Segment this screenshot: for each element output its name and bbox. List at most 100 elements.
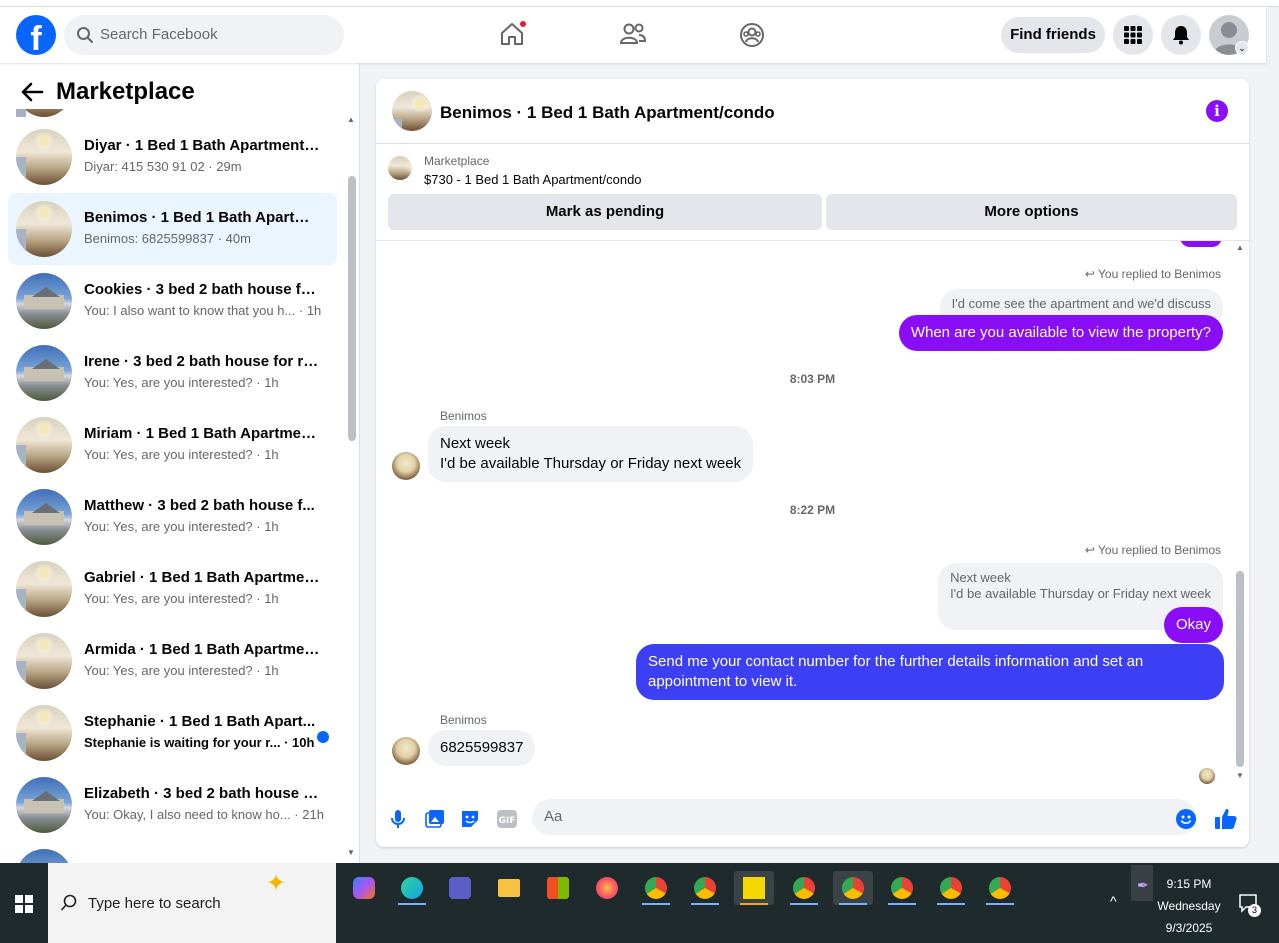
show-hidden-icons-chevron-icon[interactable]: ^ [1110, 893, 1117, 909]
microsoft-store-app-icon[interactable] [538, 871, 578, 905]
listing-thumbnail[interactable] [388, 156, 412, 180]
listing-title[interactable]: $730 - 1 Bed 1 Bath Apartment/condo [424, 172, 642, 187]
search-highlight-sparkle-icon: ✦ [266, 870, 287, 897]
start-button[interactable] [0, 863, 48, 943]
microphone-icon[interactable] [390, 809, 406, 829]
conversation-name: Miriam · 1 Bed 1 Bath Apartment... [84, 425, 320, 442]
listing-source: Marketplace [424, 154, 490, 168]
chat-title[interactable]: Benimos · 1 Bed 1 Bath Apartment/condo [440, 103, 775, 123]
outgoing-message[interactable]: When are you available to view the prope… [898, 315, 1223, 351]
bell-icon [1173, 26, 1189, 45]
groups-nav-button[interactable] [738, 21, 766, 49]
chrome-app-icon[interactable] [833, 871, 873, 905]
conversation-item[interactable]: Stephanie · 1 Bed 1 Bath Apart... Stephan… [8, 697, 337, 769]
photo-attach-icon[interactable] [425, 809, 445, 829]
thumbs-up-icon[interactable] [1214, 807, 1238, 831]
svg-text:GIF: GIF [499, 816, 516, 826]
chat-listing-thumbnail[interactable] [392, 91, 432, 131]
gif-icon[interactable]: GIF [496, 809, 518, 829]
conversation-preview: You: Yes, are you interested? · 1h [84, 663, 279, 678]
marketplace-inbox-sidebar: Marketplace Diyar · 1 Bed 1 Bath Apartme… [0, 63, 360, 863]
outgoing-message[interactable]: Okay [1163, 607, 1223, 643]
conversation-item[interactable]: Gabriel · 1 Bed 1 Bath Apartment... You: … [8, 553, 337, 625]
conversation-item-partial[interactable] [8, 841, 337, 863]
sticker-icon[interactable] [460, 809, 480, 829]
incoming-message[interactable]: 6825599837 [428, 730, 536, 766]
chrome-app-icon[interactable] [882, 871, 922, 905]
conversation-name: Irene · 3 bed 2 bath house for rent [84, 353, 320, 370]
conversation-name: Armida · 1 Bed 1 Bath Apartmen... [84, 641, 320, 658]
conversation-name: Matthew · 3 bed 2 bath house f... [84, 497, 315, 514]
conversation-item[interactable]: Cookies · 3 bed 2 bath house for... You: … [8, 265, 337, 337]
more-options-button[interactable]: More options [826, 194, 1237, 230]
chat-scroll-down-arrow-icon[interactable]: ▼ [1236, 771, 1244, 780]
emoji-icon[interactable] [1176, 809, 1196, 829]
listing-banner: Marketplace $730 - 1 Bed 1 Bath Apartmen… [376, 144, 1249, 241]
conversation-item[interactable]: Benimos · 1 Bed 1 Bath Apartme... Benimos… [8, 193, 337, 265]
back-arrow-icon[interactable] [20, 81, 44, 103]
sticky-notes-app-icon[interactable] [734, 871, 774, 905]
conversation-item[interactable]: Diyar · 1 Bed 1 Bath Apartment/c... Diyar… [8, 121, 337, 193]
notification-center-button[interactable]: 3 [1238, 893, 1261, 917]
message-input[interactable]: Aa [532, 799, 1196, 835]
reply-indicator: ↩ You replied to Benimos [1084, 543, 1221, 557]
conversation-preview: You: Yes, are you interested? · 1h [84, 375, 279, 390]
conversation-item[interactable]: Matthew · 3 bed 2 bath house f... You: Ye… [8, 481, 337, 553]
notifications-button[interactable] [1161, 15, 1201, 55]
chat-scroll-up-arrow-icon[interactable]: ▲ [1236, 243, 1244, 252]
taskbar-search-icon [60, 894, 77, 911]
info-icon[interactable]: i [1206, 100, 1228, 122]
taskbar-search-box[interactable]: Type here to search ✦ [48, 863, 336, 943]
chat-scrollbar-thumb[interactable] [1236, 571, 1244, 767]
home-nav-button[interactable] [499, 20, 527, 49]
conversation-thumbnail [16, 201, 72, 257]
find-friends-button[interactable]: Find friends [1001, 17, 1105, 53]
search-placeholder: Search Facebook [100, 26, 218, 43]
conversation-preview: You: Yes, are you interested? · 1h [84, 591, 279, 606]
conversation-preview: You: Okay, I also need to know ho... · 2… [84, 807, 324, 822]
chrome-app-icon[interactable] [784, 871, 824, 905]
scroll-down-arrow-icon[interactable]: ▼ [347, 848, 355, 857]
conversation-item[interactable]: Armida · 1 Bed 1 Bath Apartmen... You: Ye… [8, 625, 337, 697]
conversation-preview: You: Yes, are you interested? · 1h [84, 447, 279, 462]
conversation-item[interactable]: Miriam · 1 Bed 1 Bath Apartment... You: Y… [8, 409, 337, 481]
grid-menu-icon [1124, 26, 1142, 44]
conversation-item[interactable]: Irene · 3 bed 2 bath house for rent You: … [8, 337, 337, 409]
conversation-thumbnail [16, 489, 72, 545]
scroll-up-arrow-icon[interactable]: ▲ [347, 115, 355, 124]
unread-dot [317, 731, 329, 743]
seen-receipt-avatar [1199, 768, 1215, 784]
quoted-message-line: Next week [950, 570, 1011, 585]
sender-avatar[interactable] [392, 737, 420, 765]
search-facebook-input[interactable]: Search Facebook [64, 15, 344, 55]
friends-nav-button[interactable] [619, 21, 647, 49]
account-chevron-down-icon[interactable]: ⌄ [1235, 41, 1249, 55]
file-explorer-app-icon[interactable] [489, 871, 529, 905]
conversation-thumbnail [16, 345, 72, 401]
home-notification-dot [519, 20, 527, 28]
system-clock[interactable]: 9:15 PM Wednesday 9/3/2025 [1150, 873, 1228, 939]
incoming-message[interactable]: Next week I'd be available Thursday or F… [428, 426, 754, 482]
reply-arrow-icon: ↩ [1084, 267, 1099, 281]
menu-button[interactable] [1113, 15, 1153, 55]
sidebar-scrollbar-thumb[interactable] [348, 176, 356, 441]
outgoing-message[interactable]: Send me your contact number for the furt… [636, 644, 1224, 700]
facebook-logo[interactable]: f [16, 15, 56, 55]
chrome-app-icon[interactable] [636, 871, 676, 905]
conversation-item[interactable]: Elizabeth · 3 bed 2 bath house f... You: … [8, 769, 337, 841]
teams-app-icon[interactable] [440, 871, 480, 905]
page-scrollbar[interactable] [1266, 63, 1279, 863]
sender-name: Benimos [440, 713, 487, 727]
firefox-app-icon[interactable] [587, 871, 627, 905]
conversation-name: Stephanie · 1 Bed 1 Bath Apart... [84, 713, 316, 730]
copilot-app-icon[interactable] [344, 871, 384, 905]
mark-as-pending-button[interactable]: Mark as pending [388, 194, 822, 230]
window-top-strip [0, 0, 1279, 7]
reply-indicator: ↩ You replied to Benimos [1084, 267, 1221, 281]
chrome-app-icon[interactable] [931, 871, 971, 905]
edge-app-icon[interactable] [392, 871, 432, 905]
taskbar-search-placeholder: Type here to search [88, 895, 221, 912]
chrome-app-icon[interactable] [685, 871, 725, 905]
chrome-app-icon[interactable] [980, 871, 1020, 905]
sender-avatar[interactable] [392, 452, 420, 480]
